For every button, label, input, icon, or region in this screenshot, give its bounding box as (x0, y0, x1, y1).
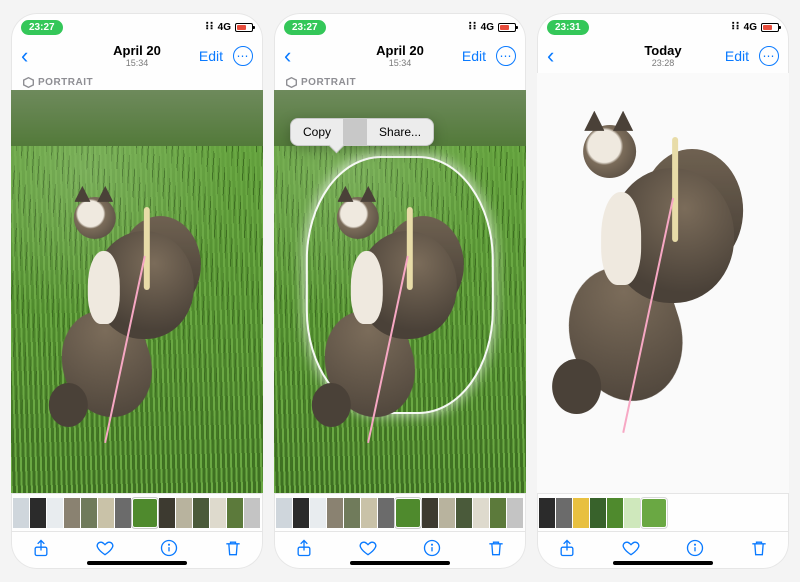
status-bar: 23:27 4G (11, 13, 263, 39)
thumbnail[interactable] (439, 498, 455, 528)
signal-icon (205, 22, 214, 33)
thumbnail[interactable] (13, 498, 29, 528)
nav-bar: ‹ Edit ⋯ (274, 39, 526, 73)
edit-button[interactable]: Edit (462, 48, 486, 64)
home-indicator[interactable] (350, 561, 450, 565)
thumbnail[interactable] (490, 498, 506, 528)
thumbnail[interactable] (98, 498, 114, 528)
info-button[interactable] (159, 538, 179, 563)
thumbnail[interactable] (327, 498, 343, 528)
thumbnail[interactable] (30, 498, 46, 528)
delete-button[interactable] (223, 538, 243, 563)
portrait-label: PORTRAIT (38, 77, 93, 88)
photo-canvas[interactable] (537, 73, 789, 493)
thumbnail[interactable] (244, 498, 260, 528)
battery-icon (498, 23, 516, 32)
thumbnail[interactable] (378, 498, 394, 528)
network-label: 4G (744, 22, 757, 33)
delete-button[interactable] (486, 538, 506, 563)
thumbnail[interactable] (193, 498, 209, 528)
favorite-button[interactable] (95, 538, 115, 563)
thumbnail-strip[interactable] (274, 493, 526, 531)
portrait-badge: PORTRAIT (11, 73, 263, 90)
context-menu: Copy Share... (290, 118, 434, 146)
signal-icon (731, 22, 740, 33)
status-bar: 23:31 4G (537, 13, 789, 39)
clock-pill: 23:31 (547, 20, 589, 35)
status-right: 4G (731, 22, 779, 33)
thumbnail[interactable] (132, 498, 158, 528)
share-button[interactable] (557, 538, 577, 563)
status-bar: 23:27 4G (274, 13, 526, 39)
home-indicator[interactable] (613, 561, 713, 565)
favorite-button[interactable] (358, 538, 378, 563)
network-label: 4G (218, 22, 231, 33)
share-button[interactable] (294, 538, 314, 563)
thumbnail[interactable] (176, 498, 192, 528)
more-button[interactable]: ⋯ (759, 46, 779, 66)
photo-canvas[interactable] (11, 90, 263, 493)
thumbnail[interactable] (227, 498, 243, 528)
thumbnail[interactable] (344, 498, 360, 528)
thumbnail[interactable] (556, 498, 572, 528)
screen-1: 23:27 4G April 20 15:34 ‹ Edit ⋯ PORTRAI… (11, 13, 263, 569)
more-button[interactable]: ⋯ (233, 46, 253, 66)
more-button[interactable]: ⋯ (496, 46, 516, 66)
photo-subject-cat (49, 163, 225, 408)
thumbnail[interactable] (590, 498, 606, 528)
thumbnail[interactable] (310, 498, 326, 528)
clock-pill: 23:27 (21, 20, 63, 35)
favorite-button[interactable] (621, 538, 641, 563)
thumbnail[interactable] (64, 498, 80, 528)
context-copy[interactable]: Copy (291, 119, 343, 145)
thumbnail[interactable] (624, 498, 640, 528)
thumbnail-strip[interactable] (11, 493, 263, 531)
context-share[interactable]: Share... (367, 119, 433, 145)
screen-2: 23:27 4G April 20 15:34 ‹ Edit ⋯ PORTRAI… (274, 13, 526, 569)
clock-pill: 23:27 (284, 20, 326, 35)
thumbnail[interactable] (276, 498, 292, 528)
battery-icon (761, 23, 779, 32)
thumbnail[interactable] (81, 498, 97, 528)
status-right: 4G (468, 22, 516, 33)
thumbnail[interactable] (473, 498, 489, 528)
thumbnail[interactable] (456, 498, 472, 528)
share-button[interactable] (31, 538, 51, 563)
home-indicator[interactable] (87, 561, 187, 565)
nav-bar: ‹ Edit ⋯ (11, 39, 263, 73)
edit-button[interactable]: Edit (199, 48, 223, 64)
thumbnail[interactable] (361, 498, 377, 528)
portrait-icon (23, 77, 34, 88)
portrait-label: PORTRAIT (301, 77, 356, 88)
thumbnail[interactable] (641, 498, 667, 528)
thumbnail[interactable] (422, 498, 438, 528)
screen-3: 23:31 4G Today 23:28 ‹ Edit ⋯ (537, 13, 789, 569)
thumbnail[interactable] (395, 498, 421, 528)
thumbnail[interactable] (539, 498, 555, 528)
nav-bar: ‹ Edit ⋯ (537, 39, 789, 73)
photo-canvas[interactable]: Copy Share... (274, 90, 526, 493)
thumbnail[interactable] (607, 498, 623, 528)
status-right: 4G (205, 22, 253, 33)
thumbnail[interactable] (159, 498, 175, 528)
thumbnail[interactable] (47, 498, 63, 528)
thumbnail[interactable] (573, 498, 589, 528)
thumbnail-strip[interactable] (537, 493, 789, 531)
thumbnail[interactable] (210, 498, 226, 528)
photo-subject-cat-cutout (552, 81, 774, 389)
signal-icon (468, 22, 477, 33)
portrait-badge: PORTRAIT (274, 73, 526, 90)
delete-button[interactable] (749, 538, 769, 563)
thumbnail[interactable] (115, 498, 131, 528)
thumbnail[interactable] (293, 498, 309, 528)
edit-button[interactable]: Edit (725, 48, 749, 64)
battery-icon (235, 23, 253, 32)
info-button[interactable] (422, 538, 442, 563)
photo-subject-cat[interactable] (312, 163, 488, 408)
info-button[interactable] (685, 538, 705, 563)
portrait-icon (286, 77, 297, 88)
network-label: 4G (481, 22, 494, 33)
thumbnail[interactable] (507, 498, 523, 528)
